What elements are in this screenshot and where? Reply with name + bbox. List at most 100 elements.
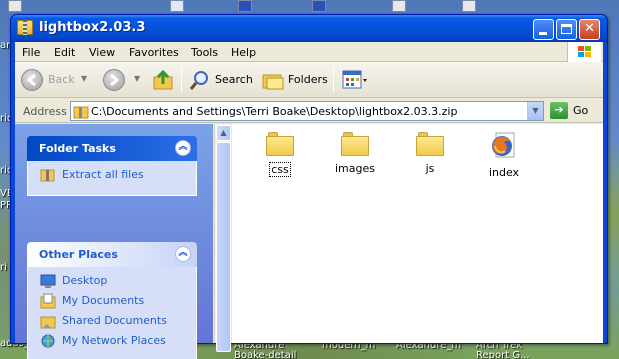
task-pane: Folder Tasks ︽ Extract all files Other P… bbox=[15, 124, 213, 359]
folders-button[interactable] bbox=[261, 69, 285, 94]
go-arrow-icon: ➔ bbox=[554, 103, 564, 116]
chevron-up-icon: ▲ bbox=[220, 128, 227, 137]
file-item-images[interactable]: images bbox=[325, 132, 385, 175]
minimize-icon bbox=[539, 32, 547, 35]
back-dropdown-icon[interactable]: ▼ bbox=[81, 74, 87, 83]
go-button[interactable]: ➔ bbox=[550, 102, 568, 119]
other-places-body: Desktop My Documents Shared Documents My… bbox=[27, 267, 197, 359]
desktop-icon-4[interactable] bbox=[462, 0, 476, 12]
up-folder-button[interactable] bbox=[152, 69, 174, 94]
title-bar[interactable]: lightbox2.03.3 ✕ bbox=[11, 15, 607, 42]
file-item-index[interactable]: index bbox=[474, 132, 534, 179]
scroll-thumb[interactable] bbox=[216, 142, 231, 352]
menu-view[interactable]: View bbox=[89, 46, 115, 59]
menu-tools[interactable]: Tools bbox=[191, 46, 218, 59]
file-list-pane: css images js index bbox=[232, 124, 603, 343]
forward-arrow-icon bbox=[110, 73, 120, 87]
address-dropdown-button[interactable]: ▼ bbox=[527, 102, 543, 120]
desktop-icon-2[interactable] bbox=[170, 0, 184, 12]
search-label[interactable]: Search bbox=[215, 73, 253, 86]
other-place-label[interactable]: My Network Places bbox=[62, 334, 166, 347]
other-place-shared-documents[interactable]: Shared Documents bbox=[40, 313, 196, 333]
extract-all-files-link[interactable]: Extract all files bbox=[40, 167, 196, 187]
zip-folder-icon bbox=[73, 106, 89, 119]
forward-button[interactable] bbox=[103, 69, 125, 91]
other-place-label[interactable]: Desktop bbox=[62, 274, 107, 287]
folders-label[interactable]: Folders bbox=[288, 73, 328, 86]
other-places-header[interactable]: Other Places ︽ bbox=[27, 242, 197, 267]
extract-icon bbox=[40, 169, 55, 182]
window-title: lightbox2.03.3 bbox=[39, 20, 146, 35]
desktop-label[interactable]: Report G... bbox=[476, 350, 530, 359]
file-name[interactable]: index bbox=[474, 166, 534, 179]
collapse-chevron-icon[interactable]: ︽ bbox=[175, 140, 191, 156]
views-icon bbox=[342, 70, 367, 89]
chevron-down-icon: ▼ bbox=[532, 106, 539, 115]
window-client-area: File Edit View Favorites Tools Help Back… bbox=[15, 42, 603, 359]
up-folder-icon bbox=[153, 69, 173, 90]
my-documents-icon bbox=[40, 293, 56, 309]
go-label[interactable]: Go bbox=[573, 104, 588, 117]
extract-all-files-label[interactable]: Extract all files bbox=[62, 168, 144, 181]
address-label: Address bbox=[23, 105, 67, 118]
views-button[interactable] bbox=[342, 69, 368, 94]
back-button[interactable] bbox=[21, 69, 43, 91]
search-button[interactable] bbox=[189, 69, 211, 94]
windows-flag-icon bbox=[578, 46, 592, 58]
menu-bar: File Edit View Favorites Tools Help bbox=[15, 42, 603, 62]
zip-folder-icon[interactable] bbox=[17, 20, 33, 35]
explorer-window: lightbox2.03.3 ✕ File Edit View Favorite… bbox=[10, 14, 608, 359]
back-label[interactable]: Back bbox=[48, 73, 75, 86]
other-places-title[interactable]: Other Places bbox=[39, 248, 118, 261]
desktop-icon-word-1[interactable] bbox=[238, 0, 252, 12]
folder-tasks-header[interactable]: Folder Tasks ︽ bbox=[27, 136, 197, 161]
minimize-button[interactable] bbox=[533, 19, 554, 40]
firefox-html-icon bbox=[489, 132, 519, 160]
desktop-icon-word-2[interactable] bbox=[312, 0, 326, 12]
file-name[interactable]: css bbox=[269, 162, 291, 177]
folder-tasks-title[interactable]: Folder Tasks bbox=[39, 142, 116, 155]
maximize-icon bbox=[561, 24, 572, 34]
menu-edit[interactable]: Edit bbox=[54, 46, 75, 59]
other-place-label[interactable]: Shared Documents bbox=[62, 314, 167, 327]
other-places-box: Other Places ︽ Desktop My Documents Shar… bbox=[27, 242, 197, 359]
scroll-up-button[interactable]: ▲ bbox=[216, 125, 231, 141]
address-bar: Address C:\Documents and Settings\Terri … bbox=[15, 99, 603, 123]
menu-file[interactable]: File bbox=[22, 46, 40, 59]
address-value[interactable]: C:\Documents and Settings\Terri Boake\De… bbox=[91, 105, 457, 118]
toolbar-separator bbox=[181, 67, 182, 93]
file-item-css[interactable]: css bbox=[250, 132, 310, 177]
folder-tasks-body: Extract all files bbox=[27, 161, 197, 196]
other-place-my-documents[interactable]: My Documents bbox=[40, 293, 196, 313]
close-button[interactable]: ✕ bbox=[579, 19, 600, 40]
other-place-network-places[interactable]: My Network Places bbox=[40, 333, 196, 353]
folder-tasks-box: Folder Tasks ︽ Extract all files bbox=[27, 136, 197, 196]
desktop-label[interactable]: ri bbox=[0, 262, 7, 273]
menu-help[interactable]: Help bbox=[231, 46, 256, 59]
forward-dropdown-icon[interactable]: ▼ bbox=[134, 74, 140, 83]
shared-documents-icon bbox=[40, 316, 56, 329]
file-name[interactable]: images bbox=[325, 162, 385, 175]
task-pane-scrollbar[interactable]: ▲ bbox=[214, 124, 231, 352]
desktop-label[interactable]: ar bbox=[0, 40, 10, 51]
other-place-desktop[interactable]: Desktop bbox=[40, 273, 196, 293]
desktop-label[interactable]: Boake-detail bbox=[234, 350, 296, 359]
toolbar: Back ▼ ▼ Search Folders bbox=[15, 62, 603, 98]
folder-icon bbox=[416, 132, 444, 156]
other-place-label[interactable]: My Documents bbox=[62, 294, 144, 307]
folder-icon bbox=[266, 132, 294, 156]
close-icon: ✕ bbox=[584, 21, 595, 36]
address-input[interactable]: C:\Documents and Settings\Terri Boake\De… bbox=[70, 101, 544, 121]
collapse-chevron-icon[interactable]: ︽ bbox=[175, 246, 191, 262]
search-icon bbox=[189, 71, 208, 90]
menu-favorites[interactable]: Favorites bbox=[129, 46, 179, 59]
file-item-js[interactable]: js bbox=[400, 132, 460, 175]
toolbar-separator bbox=[333, 67, 334, 93]
file-name[interactable]: js bbox=[400, 162, 460, 175]
maximize-button[interactable] bbox=[556, 19, 577, 40]
desktop-icon-1[interactable] bbox=[8, 0, 22, 12]
back-arrow-icon bbox=[26, 73, 36, 87]
folder-icon bbox=[341, 132, 369, 156]
desktop-icon-3[interactable] bbox=[392, 0, 406, 12]
network-places-icon bbox=[41, 334, 55, 348]
